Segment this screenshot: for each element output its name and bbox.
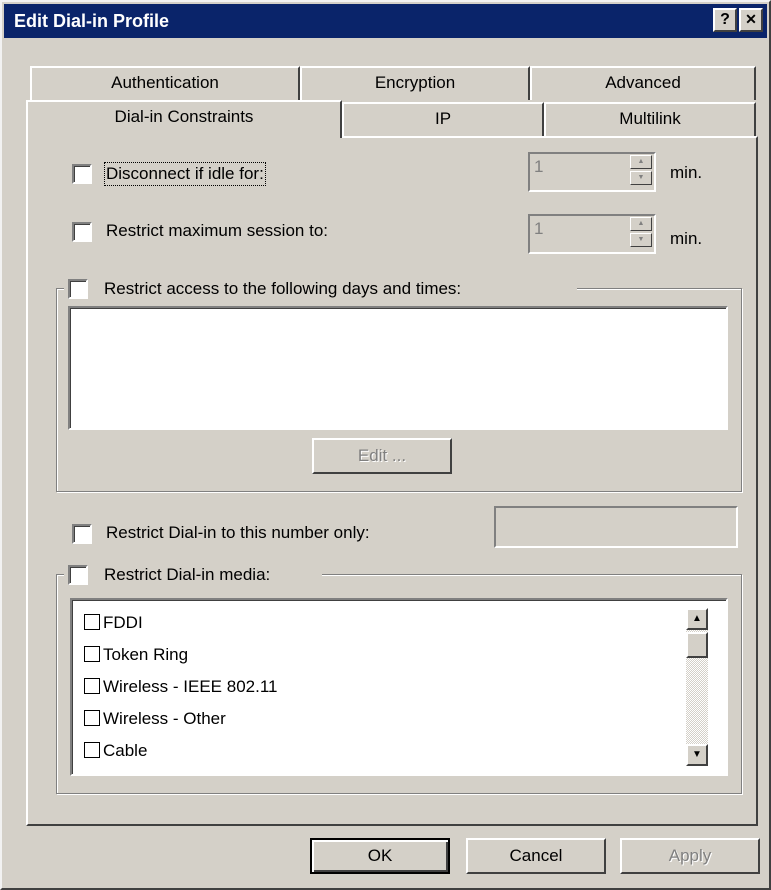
- media-item-checkbox[interactable]: [84, 710, 100, 726]
- tab-panel: Disconnect if idle for: 1 ▲ ▼ min. Restr…: [26, 136, 758, 826]
- max-session-spin-up-icon[interactable]: ▲: [630, 217, 652, 231]
- days-times-group-title: Restrict access to the following days an…: [64, 277, 577, 303]
- ok-button[interactable]: OK: [310, 838, 450, 874]
- idle-unit: min.: [670, 163, 703, 182]
- idle-checkbox[interactable]: [72, 164, 92, 184]
- media-item-fddi[interactable]: FDDI: [84, 610, 143, 636]
- idle-label: Disconnect if idle for:: [104, 162, 266, 186]
- tab-encryption[interactable]: Encryption: [300, 66, 530, 100]
- window-title: Edit Dial-in Profile: [14, 11, 170, 31]
- media-item-wireless-80211[interactable]: Wireless - IEEE 802.11: [84, 674, 277, 700]
- apply-button[interactable]: Apply: [620, 838, 760, 874]
- media-item-checkbox[interactable]: [84, 678, 100, 694]
- tab-dial-in-constraints-label: Dial-in Constraints: [114, 107, 254, 126]
- tab-dial-in-constraints[interactable]: Dial-in Constraints: [26, 100, 342, 138]
- idle-spin-down-icon[interactable]: ▼: [630, 171, 652, 185]
- max-session-spinner[interactable]: 1 ▲ ▼: [528, 214, 656, 254]
- max-session-value: 1: [534, 219, 544, 238]
- media-item-cable[interactable]: Cable: [84, 738, 147, 764]
- days-times-label: Restrict access to the following days an…: [104, 279, 462, 298]
- scroll-down-icon[interactable]: ▼: [686, 744, 708, 766]
- days-times-checkbox[interactable]: [68, 279, 88, 299]
- media-item-wireless-other[interactable]: Wireless - Other: [84, 706, 226, 732]
- edit-button[interactable]: Edit ...: [312, 438, 452, 474]
- media-scrollbar[interactable]: ▲ ▼: [686, 608, 708, 766]
- tab-multilink[interactable]: Multilink: [544, 102, 756, 136]
- media-item-token-ring[interactable]: Token Ring: [84, 642, 188, 668]
- media-item-checkbox[interactable]: [84, 742, 100, 758]
- scroll-up-icon[interactable]: ▲: [686, 608, 708, 630]
- cancel-button[interactable]: Cancel: [466, 838, 606, 874]
- media-item-checkbox[interactable]: [84, 614, 100, 630]
- number-only-checkbox[interactable]: [72, 524, 92, 544]
- media-label: Restrict Dial-in media:: [104, 565, 271, 584]
- title-bar: Edit Dial-in Profile ? ✕: [4, 4, 767, 38]
- idle-spin-up-icon[interactable]: ▲: [630, 155, 652, 169]
- close-button[interactable]: ✕: [739, 8, 763, 32]
- idle-spinner[interactable]: 1 ▲ ▼: [528, 152, 656, 192]
- number-only-label: Restrict Dial-in to this number only:: [106, 523, 370, 542]
- media-item-checkbox[interactable]: [84, 646, 100, 662]
- tab-advanced[interactable]: Advanced: [530, 66, 756, 100]
- max-session-unit: min.: [670, 229, 703, 248]
- media-group-title: Restrict Dial-in media:: [64, 563, 322, 589]
- dialog-window: Edit Dial-in Profile ? ✕ Authentication …: [0, 0, 771, 890]
- number-only-field[interactable]: [494, 506, 738, 548]
- max-session-checkbox[interactable]: [72, 222, 92, 242]
- tab-ip[interactable]: IP: [342, 102, 544, 136]
- days-times-list[interactable]: [68, 306, 728, 430]
- help-button[interactable]: ?: [713, 8, 737, 32]
- tab-authentication[interactable]: Authentication: [30, 66, 300, 100]
- max-session-spin-down-icon[interactable]: ▼: [630, 233, 652, 247]
- max-session-label: Restrict maximum session to:: [106, 221, 328, 240]
- scroll-thumb[interactable]: [686, 632, 708, 658]
- media-list[interactable]: FDDI Token Ring Wireless - IEEE 802.11 W…: [70, 598, 728, 776]
- idle-value: 1: [534, 157, 544, 176]
- media-checkbox[interactable]: [68, 565, 88, 585]
